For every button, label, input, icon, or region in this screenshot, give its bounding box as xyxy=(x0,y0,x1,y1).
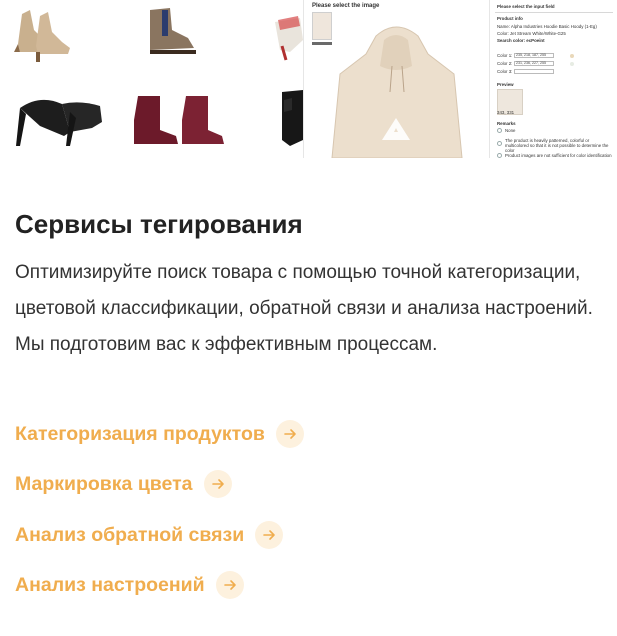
arrow-right-icon xyxy=(255,521,284,549)
color-2-field[interactable]: 231, 236, 227, 255 xyxy=(514,61,554,66)
arrow-right-icon xyxy=(275,420,304,448)
remark-patterned-radio[interactable] xyxy=(497,141,502,146)
link-label: Маркировка цвета xyxy=(15,472,193,495)
black-pump-icon xyxy=(16,99,102,146)
shoes-illustration xyxy=(14,8,303,146)
remark-none-radio[interactable] xyxy=(497,128,502,133)
section-title: Сервисы тегирования xyxy=(15,209,303,239)
input-panel-title: Please select the input field xyxy=(497,4,555,9)
ankle-boot-lace-icon xyxy=(14,10,70,62)
input-field-panel: Please select the input field Product in… xyxy=(489,0,617,158)
remark-option: None xyxy=(505,128,516,133)
hoodie-image xyxy=(331,26,463,158)
maroon-boot-icon xyxy=(134,96,224,144)
section-description: Оптимизируйте поиск товара с помощью точ… xyxy=(15,262,593,355)
remark-option: Product images are not sufficient for co… xyxy=(505,153,612,158)
product-info-label: Product info xyxy=(497,16,523,21)
link-product-categorization[interactable]: Категоризация продуктов xyxy=(15,419,304,449)
color-1-swatch xyxy=(570,54,574,58)
color-row-label: Color 3: xyxy=(497,69,513,74)
remarks-label: Remarks xyxy=(497,121,516,126)
color-2-swatch xyxy=(570,62,574,66)
search-color-line: Search color: ecPoeint xyxy=(497,38,545,43)
color-3-field[interactable] xyxy=(514,69,554,74)
ankle-boot-brown-icon xyxy=(150,8,196,54)
link-color-tagging[interactable]: Маркировка цвета xyxy=(15,469,232,499)
remark-option: The product is heavily patterned, colorf… xyxy=(505,138,609,153)
arrow-right-icon xyxy=(215,571,244,599)
color-row-label: Color 1: xyxy=(497,53,513,58)
preview-label: Preview xyxy=(497,82,514,87)
product-color-line: Color: Jet Stream White/White-G25 xyxy=(497,31,566,36)
product-name-line: Name: Alpha Industries Hoodie Basic Hood… xyxy=(497,24,597,29)
link-feedback-analysis[interactable]: Анализ обратной связи xyxy=(15,520,284,550)
divider xyxy=(495,12,613,13)
preview-code: 343, 331 xyxy=(497,110,515,115)
remark-insufficient-radio[interactable] xyxy=(497,153,502,158)
link-label: Категоризация продуктов xyxy=(15,422,265,445)
black-boot-icon xyxy=(282,90,303,146)
heel-shoe-check-icon xyxy=(275,16,303,61)
color-1-field[interactable]: 235, 218, 187, 255 xyxy=(514,53,554,58)
image-picker-panel: Please select the image xyxy=(303,0,489,158)
link-label: Анализ обратной связи xyxy=(15,523,245,546)
link-label: Анализ настроений xyxy=(15,573,205,596)
color-row-label: Color 2: xyxy=(497,61,513,66)
link-sentiment-analysis[interactable]: Анализ настроений xyxy=(15,570,244,600)
shoes-photo xyxy=(0,0,303,158)
arrow-right-icon xyxy=(203,470,232,498)
hero-image: Please select the image Please select th… xyxy=(0,0,617,158)
